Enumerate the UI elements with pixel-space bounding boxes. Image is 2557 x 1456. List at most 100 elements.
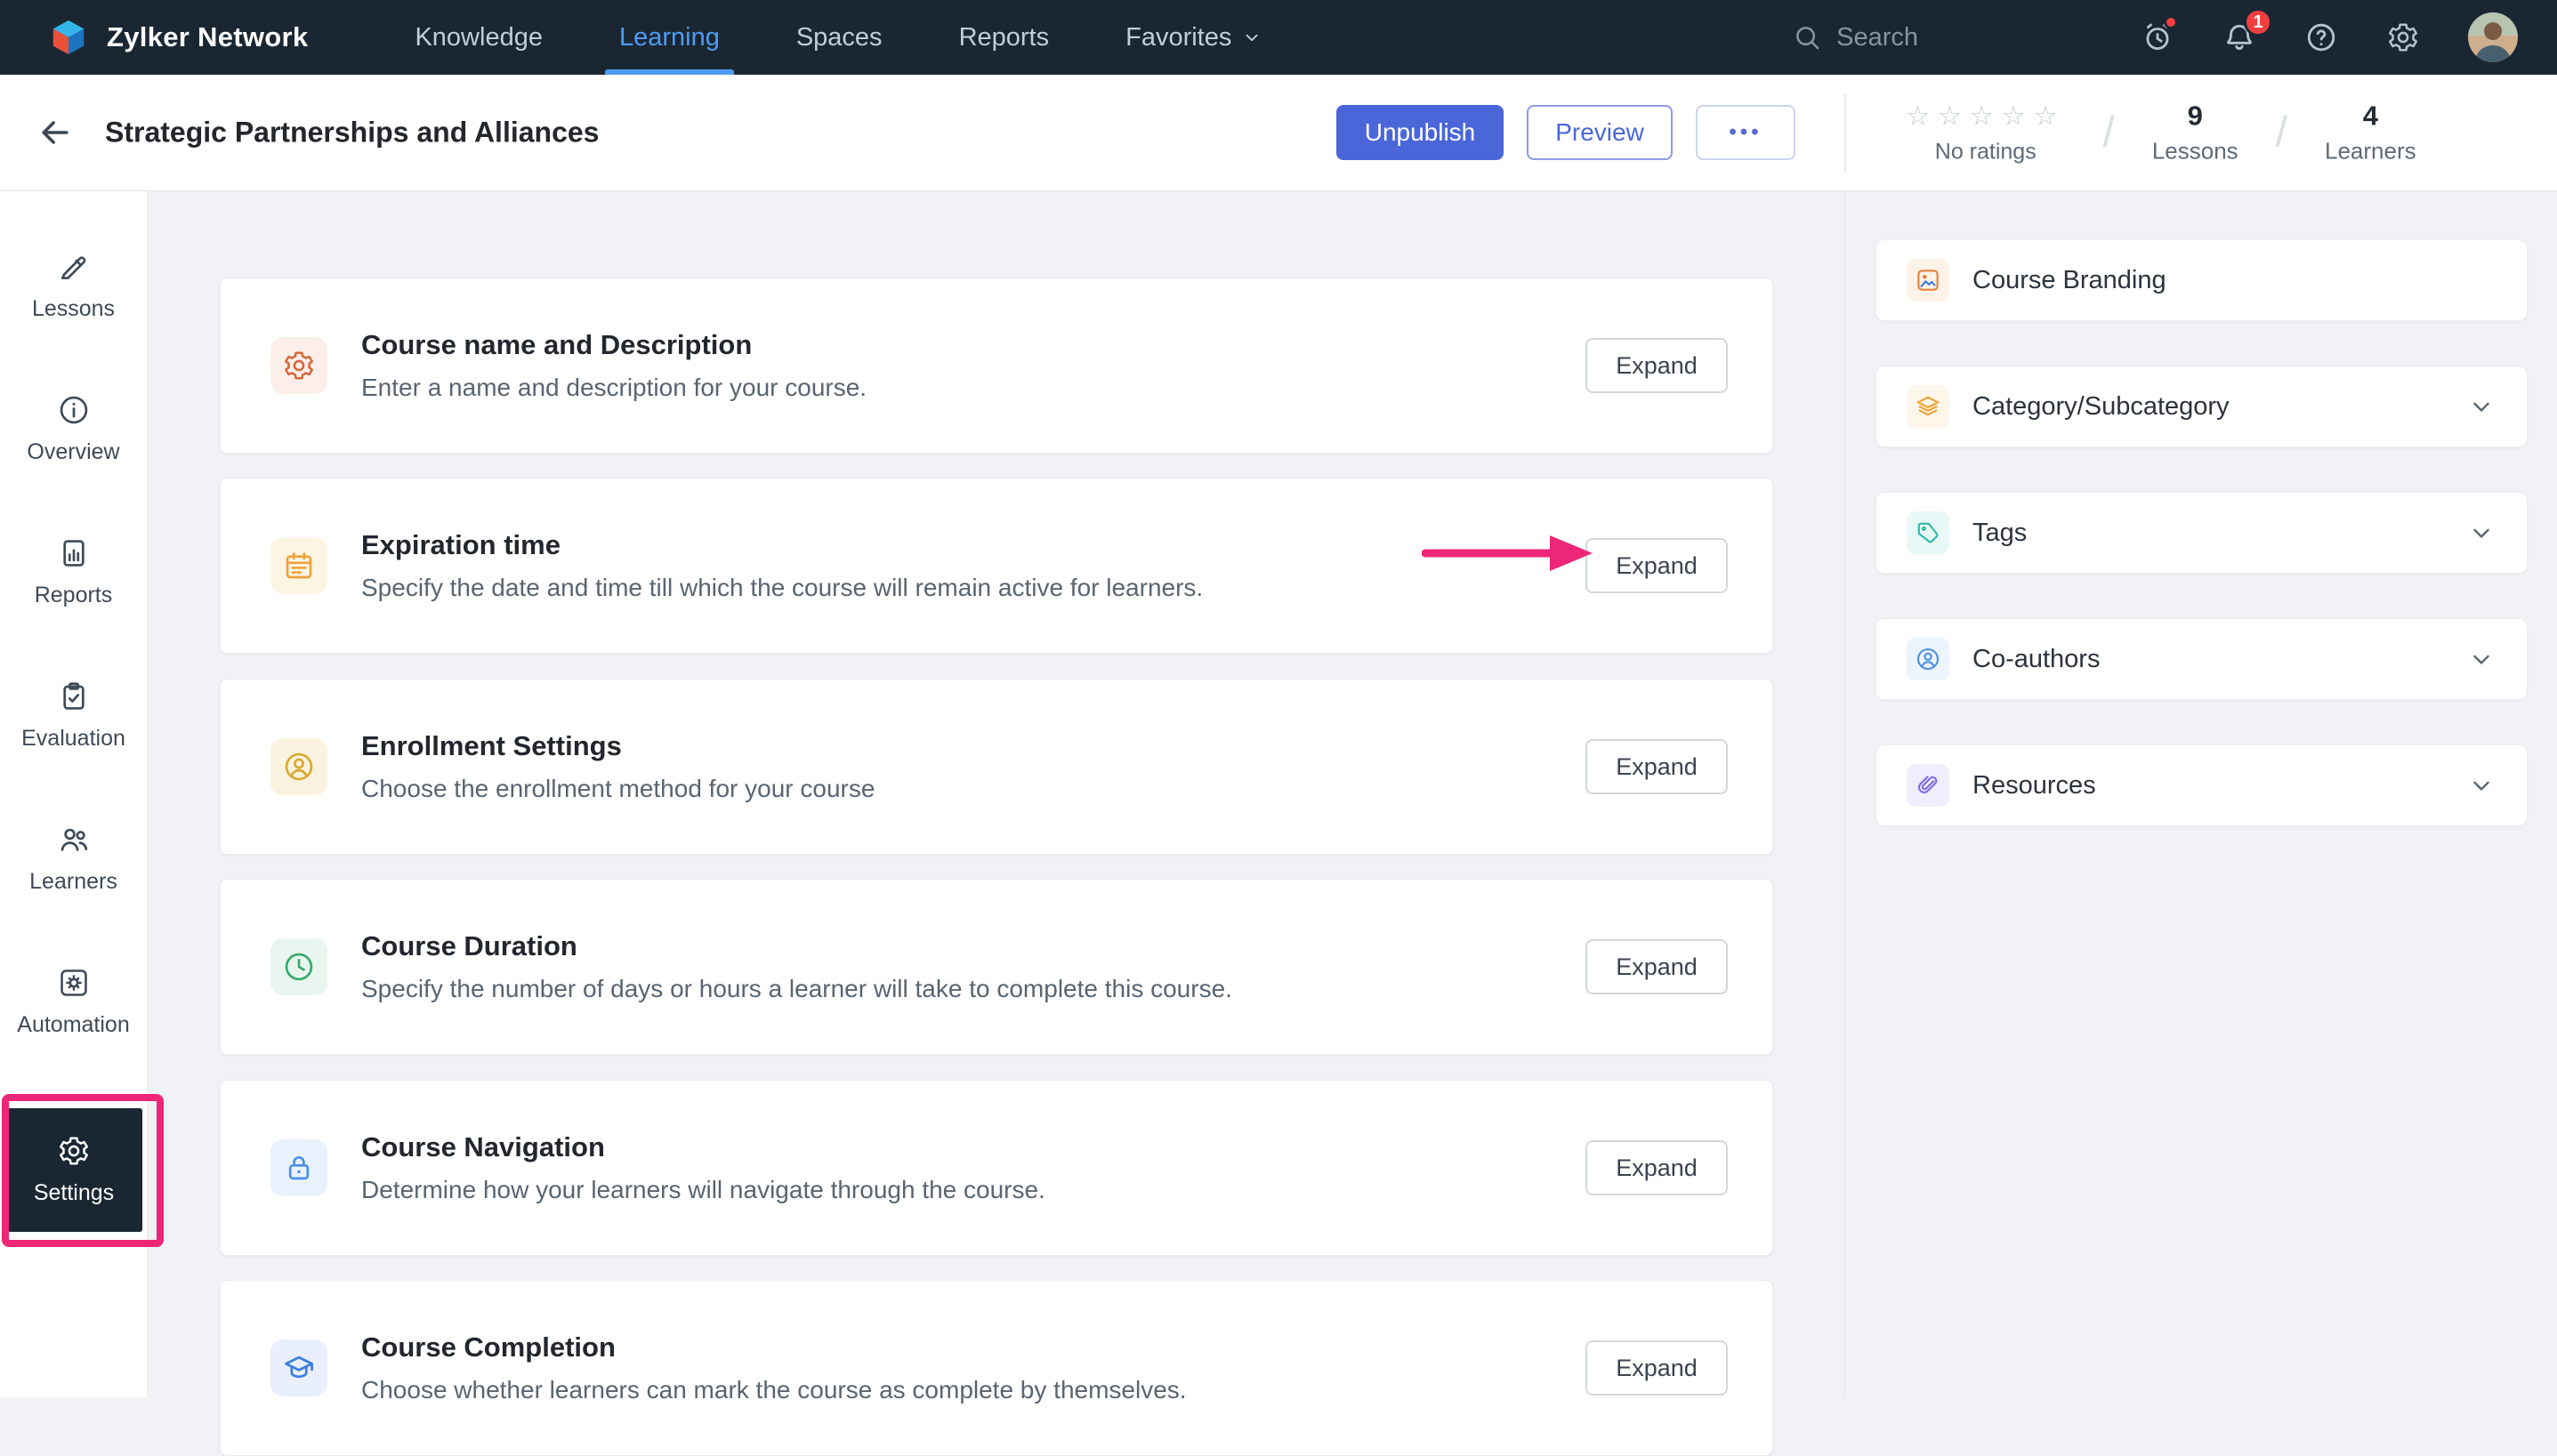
sidebar-item-settings[interactable]: Settings [5,1108,142,1232]
nav-knowledge[interactable]: Knowledge [415,0,543,75]
panel-label: Co-authors [1972,645,2100,674]
gear-icon [57,1134,91,1168]
help-button[interactable] [2304,20,2338,54]
ratings-block: ☆☆☆☆☆ No ratings [1906,101,2065,165]
card-title: Course name and Description [361,329,867,361]
gear-icon [270,337,327,394]
unpublish-button[interactable]: Unpublish [1336,105,1504,160]
global-search[interactable]: Search [1792,22,1918,52]
notifications-button[interactable]: 1 [2222,20,2256,54]
expand-button[interactable]: Expand [1585,1340,1728,1396]
sidebar-item-label: Lessons [32,296,115,322]
card-course-completion: Course Completion Choose whether learner… [220,1280,1773,1456]
automation-gear-icon [57,966,91,1000]
sidebar-item-evaluation[interactable]: Evaluation [0,644,147,787]
branding-image-icon [1907,259,1949,302]
more-options-button[interactable]: ••• [1696,105,1795,160]
panel-label: Course Branding [1972,266,2166,295]
panel-label: Resources [1972,771,2096,800]
admin-settings-button[interactable] [2386,20,2420,54]
card-enrollment-settings: Enrollment Settings Choose the enrollmen… [220,679,1773,855]
help-circle-icon [2304,20,2338,54]
lock-icon [270,1139,327,1196]
chevron-down-icon [2468,772,2495,799]
gear-icon [2386,20,2420,54]
sidebar-item-reports[interactable]: Reports [0,501,147,644]
lessons-count: 9 [2152,101,2238,133]
panel-label: Category/Subcategory [1972,392,2230,422]
card-text: Course Duration Specify the number of da… [361,930,1232,1003]
panel-tags[interactable]: Tags [1875,492,2528,574]
back-button[interactable] [36,113,75,152]
course-sidebar: Lessons Overview Reports Evaluation Lear… [0,191,148,1398]
navbar-right-cluster: Search 1 [1792,12,2518,62]
learners-stat: 4 Learners [2325,101,2416,165]
primary-nav: Knowledge Learning Spaces Reports Favori… [415,0,1262,75]
chevron-down-icon [2468,646,2495,672]
paperclip-icon [1907,764,1949,807]
sidebar-item-label: Settings [34,1180,114,1206]
nav-knowledge-label: Knowledge [415,23,543,52]
stats-separator: / [2102,109,2114,157]
card-course-navigation: Course Navigation Determine how your lea… [220,1080,1773,1256]
brand[interactable]: Zylker Network [48,17,308,58]
card-description: Specify the date and time till which the… [361,574,1203,602]
page-title: Strategic Partnerships and Alliances [105,117,599,149]
nav-learning[interactable]: Learning [619,0,720,75]
notification-badge: 1 [2244,8,2272,36]
sidebar-list: Lessons Overview Reports Evaluation Lear… [0,191,147,1074]
nav-favorites[interactable]: Favorites [1125,0,1262,75]
header-divider [1844,94,1846,173]
nav-reports[interactable]: Reports [959,0,1050,75]
lessons-stat: 9 Lessons [2152,101,2238,165]
graduation-cap-icon [270,1339,327,1396]
person-circle-icon [1907,638,1949,680]
search-icon [1792,22,1822,52]
card-description: Choose the enrollment method for your co… [361,775,875,803]
ratings-label: No ratings [1906,139,2065,165]
expand-button[interactable]: Expand [1585,338,1728,393]
card-text: Course name and Description Enter a name… [361,329,867,402]
brand-name: Zylker Network [107,21,308,53]
card-expiration-time: Expiration time Specify the date and tim… [220,478,1773,654]
calendar-icon [270,537,327,594]
stats-separator: / [2276,109,2287,157]
card-title: Course Completion [361,1331,1187,1363]
panel-course-branding[interactable]: Course Branding [1875,239,2528,321]
card-course-name: Course name and Description Enter a name… [220,278,1773,454]
sidebar-item-automation[interactable]: Automation [0,930,147,1074]
panel-category-subcategory[interactable]: Category/Subcategory [1875,366,2528,447]
nav-favorites-label: Favorites [1125,23,1231,52]
expand-button[interactable]: Expand [1585,538,1728,593]
user-avatar[interactable] [2468,12,2518,62]
pencil-icon [57,250,91,284]
navbar-icons: 1 [2141,20,2420,54]
card-text: Course Navigation Determine how your lea… [361,1131,1045,1204]
sidebar-item-lessons[interactable]: Lessons [0,214,147,358]
panel-co-authors[interactable]: Co-authors [1875,618,2528,700]
clock-icon [270,938,327,995]
nav-reports-label: Reports [959,23,1050,52]
course-header: Strategic Partnerships and Alliances Unp… [0,75,2557,191]
rating-stars-icon: ☆☆☆☆☆ [1906,101,2065,132]
reminders-button[interactable] [2141,20,2174,54]
layers-icon [1907,385,1949,428]
expand-button[interactable]: Expand [1585,739,1728,794]
app-logo-icon [48,17,89,58]
nav-spaces[interactable]: Spaces [796,0,883,75]
expand-button[interactable]: Expand [1585,939,1728,994]
notification-dot [2164,15,2178,29]
preview-button[interactable]: Preview [1527,105,1673,160]
card-title: Enrollment Settings [361,730,875,762]
nav-learning-label: Learning [619,23,720,52]
chevron-down-icon [2468,393,2495,420]
panel-resources[interactable]: Resources [1875,744,2528,826]
sidebar-item-overview[interactable]: Overview [0,358,147,501]
avatar-photo [2468,12,2518,62]
card-description: Choose whether learners can mark the cou… [361,1376,1187,1404]
card-title: Course Duration [361,930,1232,962]
report-document-icon [57,536,91,570]
sidebar-item-label: Reports [35,583,113,608]
expand-button[interactable]: Expand [1585,1140,1728,1195]
sidebar-item-learners[interactable]: Learners [0,787,147,930]
